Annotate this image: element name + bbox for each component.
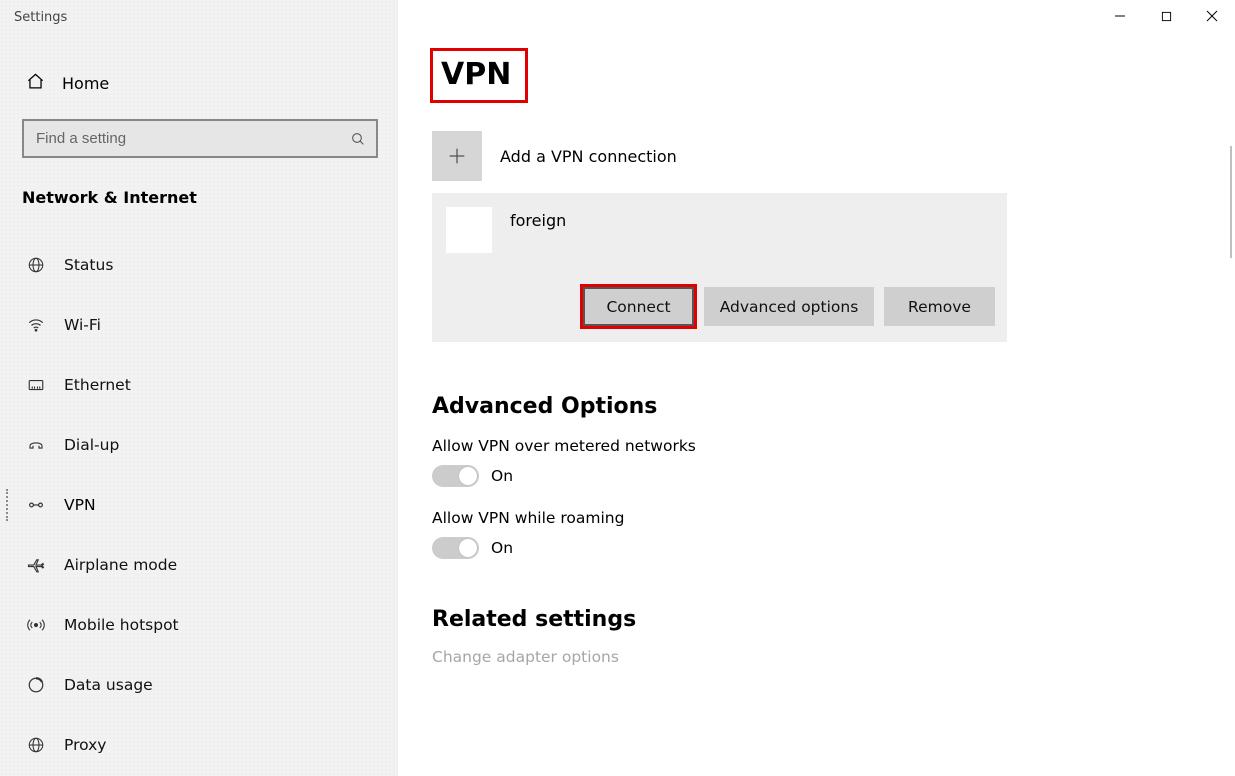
sidebar-item-dialup[interactable]: Dial-up: [0, 415, 397, 475]
toggle2-state: On: [491, 539, 513, 557]
metered-toggle[interactable]: [432, 465, 479, 487]
advanced-options-button[interactable]: Advanced options: [704, 287, 874, 326]
toggle1-state: On: [491, 467, 513, 485]
add-vpn-connection[interactable]: Add a VPN connection: [432, 131, 1235, 181]
wifi-icon: [26, 315, 46, 335]
sidebar-item-proxy[interactable]: Proxy: [0, 715, 397, 775]
sidebar-item-label: Airplane mode: [64, 556, 177, 574]
toggle1-label: Allow VPN over metered networks: [432, 437, 1235, 455]
dialup-icon: [26, 435, 46, 455]
sidebar-item-label: Ethernet: [64, 376, 131, 394]
vpn-connection-name: foreign: [510, 211, 566, 230]
search-field[interactable]: [34, 129, 350, 148]
status-icon: [26, 255, 46, 275]
sidebar-item-airplane[interactable]: Airplane mode: [0, 535, 397, 595]
sidebar-item-label: Mobile hotspot: [64, 616, 179, 634]
home-icon: [26, 72, 45, 95]
window-title-text: Settings: [14, 10, 67, 25]
vpn-icon: [26, 495, 46, 515]
sidebar-item-label: Wi-Fi: [64, 316, 101, 334]
sidebar-item-label: Status: [64, 256, 113, 274]
sidebar-item-label: VPN: [64, 496, 96, 514]
search-icon: [350, 131, 366, 147]
nav-home-label: Home: [62, 74, 109, 93]
sidebar-item-wifi[interactable]: Wi-Fi: [0, 295, 397, 355]
window-title: Settings: [0, 0, 397, 34]
sidebar-item-label: Data usage: [64, 676, 153, 694]
remove-button[interactable]: Remove: [884, 287, 995, 326]
search-input[interactable]: [22, 119, 378, 158]
sidebar-item-label: Proxy: [64, 736, 106, 754]
vpn-connection-icon: [446, 207, 492, 253]
toggle2-label: Allow VPN while roaming: [432, 509, 1235, 527]
add-vpn-label: Add a VPN connection: [500, 147, 677, 166]
sidebar-item-datausage[interactable]: Data usage: [0, 655, 397, 715]
change-adapter-options-link[interactable]: Change adapter options: [432, 648, 1235, 666]
sidebar-item-label: Dial-up: [64, 436, 119, 454]
page-title: VPN: [430, 48, 528, 103]
airplane-icon: [26, 555, 46, 575]
sidebar-category: Network & Internet: [0, 174, 397, 217]
main-panel: VPN Add a VPN connection foreign Connect…: [398, 0, 1235, 776]
plus-icon: [432, 131, 482, 181]
sidebar: Settings Home Network & Internet: [0, 0, 398, 776]
ethernet-icon: [26, 375, 46, 395]
sidebar-item-ethernet[interactable]: Ethernet: [0, 355, 397, 415]
proxy-icon: [26, 735, 46, 755]
advanced-options-heading: Advanced Options: [432, 394, 1235, 419]
connect-button[interactable]: Connect: [583, 287, 694, 326]
related-settings-heading: Related settings: [432, 607, 1235, 632]
vpn-connection-card[interactable]: foreign Connect Advanced options Remove: [432, 193, 1007, 342]
data-usage-icon: [26, 675, 46, 695]
roaming-toggle[interactable]: [432, 537, 479, 559]
sidebar-item-vpn[interactable]: VPN: [0, 475, 397, 535]
scrollbar[interactable]: [1230, 146, 1232, 258]
sidebar-item-hotspot[interactable]: Mobile hotspot: [0, 595, 397, 655]
nav-home[interactable]: Home: [0, 60, 397, 105]
hotspot-icon: [26, 615, 46, 635]
sidebar-item-status[interactable]: Status: [0, 235, 397, 295]
